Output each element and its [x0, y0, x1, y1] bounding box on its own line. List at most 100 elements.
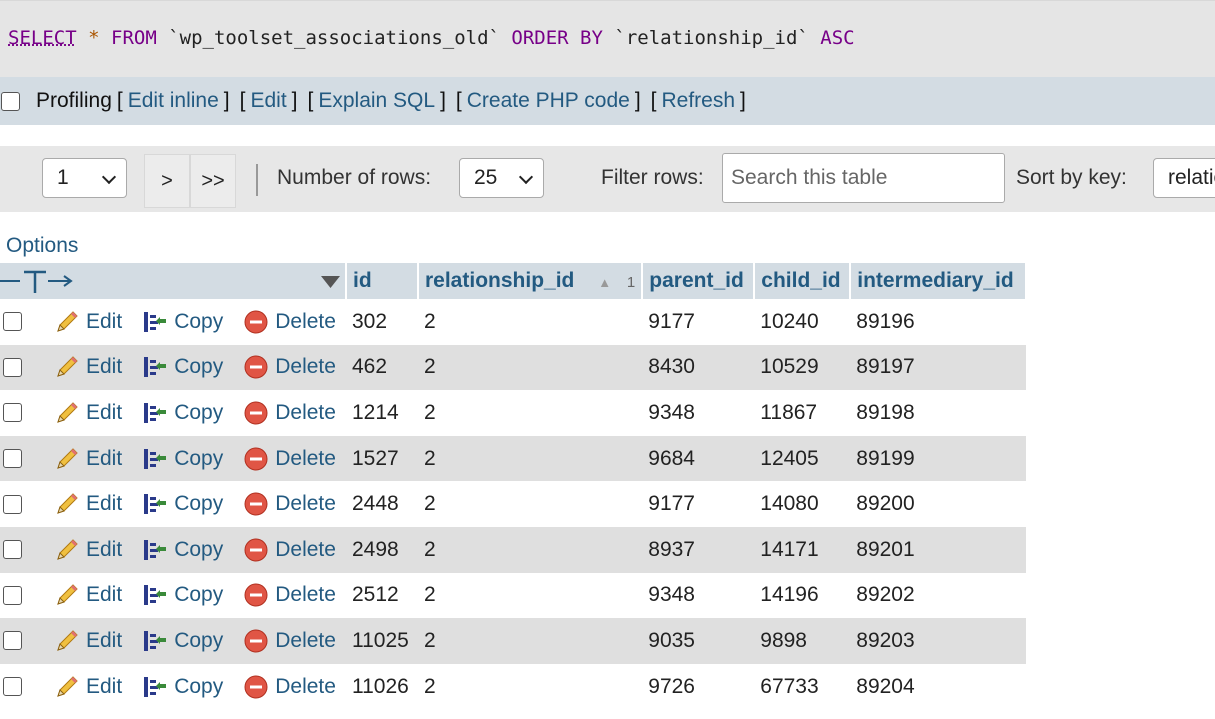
cell-id[interactable]: 2512	[346, 572, 418, 619]
cell-id[interactable]: 462	[346, 344, 418, 391]
copy-button[interactable]: Copy	[142, 674, 223, 700]
cell-parent-id[interactable]: 9177	[642, 481, 755, 527]
sql-keyword-select[interactable]: SELECT	[8, 27, 77, 49]
copy-button[interactable]: Copy	[142, 354, 223, 380]
cell-intermediary-id[interactable]: 89198	[850, 390, 1027, 436]
row-checkbox[interactable]	[3, 677, 22, 697]
delete-button[interactable]: Delete	[243, 400, 336, 426]
copy-button[interactable]: Copy	[142, 537, 223, 563]
column-header-relationship-id[interactable]: relationship_id ▲ 1	[418, 263, 644, 299]
edit-button[interactable]: Edit	[54, 309, 122, 335]
cell-child-id[interactable]: 14196	[754, 572, 851, 619]
row-checkbox[interactable]	[3, 540, 22, 560]
cell-relationship-id[interactable]: 2	[418, 435, 643, 482]
page-select[interactable]: 1	[42, 158, 127, 198]
cell-child-id[interactable]: 67733	[754, 663, 851, 710]
edit-button[interactable]: Edit	[54, 491, 122, 517]
cell-child-id[interactable]: 14171	[754, 526, 851, 573]
sort-key-select[interactable]: relatio	[1153, 158, 1215, 198]
delete-button[interactable]: Delete	[243, 537, 336, 563]
cell-relationship-id[interactable]: 2	[418, 663, 643, 710]
cell-relationship-id[interactable]: 2	[418, 299, 643, 345]
edit-button[interactable]: Edit	[54, 674, 122, 700]
cell-parent-id[interactable]: 8430	[642, 344, 755, 391]
delete-button[interactable]: Delete	[243, 446, 336, 472]
row-checkbox[interactable]	[3, 585, 22, 605]
profiling-checkbox[interactable]	[1, 91, 20, 111]
column-header-child-id[interactable]: child_id	[754, 263, 852, 299]
row-checkbox[interactable]	[3, 403, 22, 423]
cell-id[interactable]: 2498	[346, 526, 418, 573]
search-input[interactable]	[722, 153, 1005, 203]
edit-button[interactable]: Edit	[54, 537, 122, 563]
row-checkbox[interactable]	[3, 494, 22, 514]
cell-intermediary-id[interactable]: 89197	[850, 344, 1027, 391]
row-checkbox[interactable]	[3, 449, 22, 469]
edit-link[interactable]: Edit	[250, 89, 286, 113]
cell-intermediary-id[interactable]: 89204	[850, 663, 1027, 710]
row-checkbox[interactable]	[3, 357, 22, 377]
cell-intermediary-id[interactable]: 89200	[850, 481, 1027, 527]
cell-id[interactable]: 302	[346, 299, 418, 345]
delete-button[interactable]: Delete	[243, 491, 336, 517]
cell-relationship-id[interactable]: 2	[418, 390, 643, 436]
row-checkbox[interactable]	[3, 312, 22, 332]
cell-parent-id[interactable]: 9348	[642, 390, 755, 436]
cell-child-id[interactable]: 11867	[754, 390, 851, 436]
caret-down-icon[interactable]	[321, 275, 341, 289]
delete-button[interactable]: Delete	[243, 674, 336, 700]
cell-id[interactable]: 11026	[346, 663, 418, 710]
cell-id[interactable]: 1527	[346, 435, 418, 482]
cell-intermediary-id[interactable]: 89199	[850, 435, 1027, 482]
column-header-id[interactable]: id	[346, 263, 419, 299]
column-header-parent-id[interactable]: parent_id	[642, 263, 756, 299]
cell-parent-id[interactable]: 9177	[642, 299, 755, 345]
edit-inline-link[interactable]: Edit inline	[128, 89, 219, 113]
cell-intermediary-id[interactable]: 89196	[850, 299, 1027, 345]
cell-intermediary-id[interactable]: 89203	[850, 618, 1027, 664]
rows-select[interactable]: 25	[459, 158, 544, 198]
cell-parent-id[interactable]: 8937	[642, 526, 755, 573]
next-page-button[interactable]: >	[144, 154, 190, 208]
cell-relationship-id[interactable]: 2	[418, 344, 643, 391]
cell-parent-id[interactable]: 9348	[642, 572, 755, 619]
cell-relationship-id[interactable]: 2	[418, 526, 643, 573]
copy-button[interactable]: Copy	[142, 628, 223, 654]
create-php-code-link[interactable]: Create PHP code	[467, 89, 630, 113]
cell-child-id[interactable]: 10529	[754, 344, 851, 391]
edit-button[interactable]: Edit	[54, 446, 122, 472]
delete-button[interactable]: Delete	[243, 582, 336, 608]
edit-button[interactable]: Edit	[54, 582, 122, 608]
cell-id[interactable]: 11025	[346, 618, 418, 664]
cell-relationship-id[interactable]: 2	[418, 481, 643, 527]
copy-button[interactable]: Copy	[142, 309, 223, 335]
edit-button[interactable]: Edit	[54, 628, 122, 654]
copy-button[interactable]: Copy	[142, 582, 223, 608]
copy-button[interactable]: Copy	[142, 446, 223, 472]
copy-button[interactable]: Copy	[142, 400, 223, 426]
column-header-intermediary-id[interactable]: intermediary_id	[850, 263, 1028, 299]
copy-button[interactable]: Copy	[142, 491, 223, 517]
cell-intermediary-id[interactable]: 89202	[850, 572, 1027, 619]
cell-relationship-id[interactable]: 2	[418, 618, 643, 664]
cell-id[interactable]: 1214	[346, 390, 418, 436]
explain-sql-link[interactable]: Explain SQL	[318, 89, 435, 113]
cell-parent-id[interactable]: 9684	[642, 435, 755, 482]
cell-child-id[interactable]: 10240	[754, 299, 851, 345]
row-checkbox[interactable]	[3, 631, 22, 651]
cell-relationship-id[interactable]: 2	[418, 572, 643, 619]
cell-child-id[interactable]: 9898	[754, 618, 851, 664]
refresh-link[interactable]: Refresh	[662, 89, 736, 113]
cell-child-id[interactable]: 12405	[754, 435, 851, 482]
cell-parent-id[interactable]: 9035	[642, 618, 755, 664]
column-arrows-icon[interactable]	[0, 263, 80, 299]
last-page-button[interactable]: >>	[190, 154, 236, 208]
options-link[interactable]: Options	[6, 234, 78, 258]
cell-child-id[interactable]: 14080	[754, 481, 851, 527]
edit-button[interactable]: Edit	[54, 400, 122, 426]
edit-button[interactable]: Edit	[54, 354, 122, 380]
cell-intermediary-id[interactable]: 89201	[850, 526, 1027, 573]
delete-button[interactable]: Delete	[243, 354, 336, 380]
cell-parent-id[interactable]: 9726	[642, 663, 755, 710]
delete-button[interactable]: Delete	[243, 628, 336, 654]
